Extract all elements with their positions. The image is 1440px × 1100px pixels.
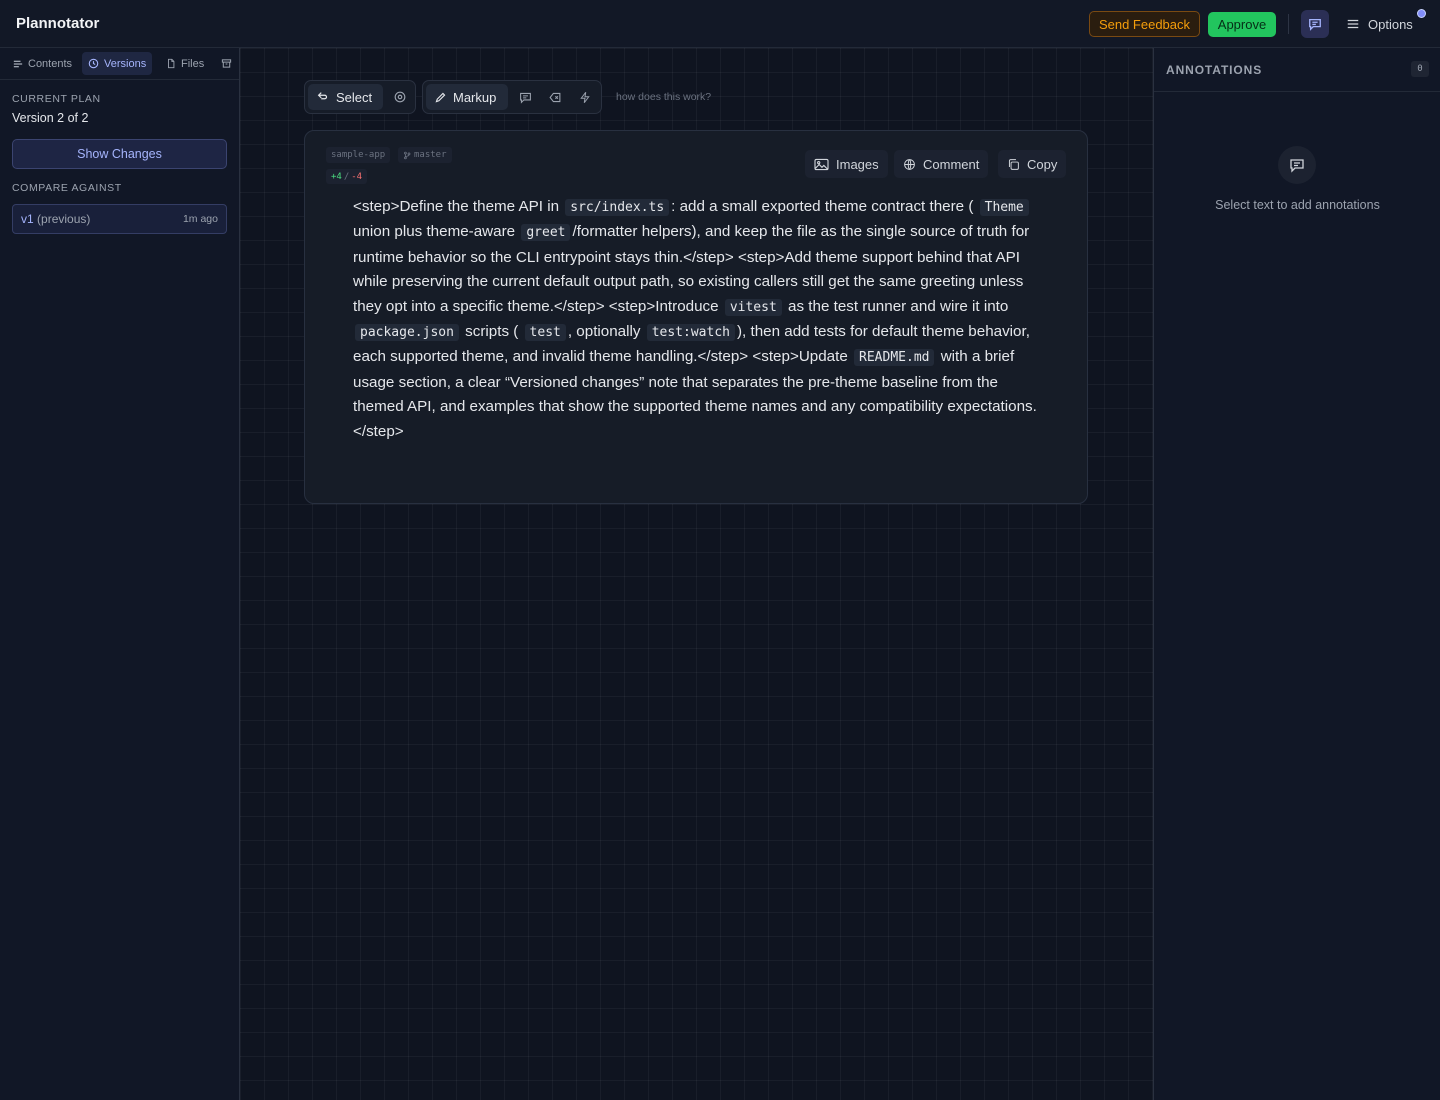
compare-against-label: COMPARE AGAINST: [12, 182, 122, 194]
global-comment-button[interactable]: Comment: [894, 150, 989, 178]
comment-tool-button[interactable]: [512, 84, 538, 110]
version-sub: (previous): [37, 212, 91, 226]
show-changes-button[interactable]: Show Changes: [12, 139, 227, 169]
inline-code: vitest: [724, 298, 782, 316]
empty-state-icon: [1278, 146, 1316, 184]
notification-dot: [1417, 9, 1426, 18]
inline-code: package.json: [355, 324, 459, 342]
branch-badge: master: [398, 147, 452, 163]
markup-label: Markup: [453, 89, 497, 105]
markup-toolbar: Markup: [422, 80, 602, 114]
plan-document-card: sample-app master +4 / -4 Images Comment…: [304, 130, 1088, 504]
comment-icon: [519, 92, 531, 104]
inline-code: README.md: [854, 349, 935, 367]
tab-files[interactable]: Files: [160, 52, 210, 75]
inline-code: test: [524, 324, 566, 342]
tab-label: Files: [181, 57, 205, 70]
images-button[interactable]: Images: [805, 150, 888, 178]
options-button[interactable]: Options: [1346, 12, 1413, 36]
version-text: Version 2 of 2: [12, 111, 89, 125]
git-branch-icon: [404, 151, 411, 159]
pencil-icon: [435, 92, 446, 102]
sidebar-tabs: Contents Versions Files: [0, 48, 239, 80]
selection-toolbar: Select: [304, 80, 416, 114]
app-title: Plannotator: [16, 15, 100, 32]
version-time: 1m ago: [182, 213, 218, 225]
tab-label: Versions: [104, 57, 147, 70]
globe-icon: [904, 158, 915, 170]
top-header: Plannotator Send Feedback Approve Option…: [0, 0, 1440, 48]
pointer-icon: [317, 92, 328, 100]
lightning-icon: [580, 91, 590, 103]
pinpoint-tool-button[interactable]: [387, 84, 413, 110]
options-label: Options: [1368, 16, 1413, 32]
left-sidebar: Contents Versions Files CURRENT PLAN Ver…: [0, 48, 240, 1100]
tab-archive[interactable]: [215, 52, 238, 75]
copy-icon: [1008, 158, 1019, 170]
header-divider: [1288, 14, 1289, 34]
diff-stats: +4 / -4: [326, 169, 368, 184]
message-icon: [1309, 18, 1321, 31]
annotations-header: ANNOTATIONS 0: [1154, 48, 1440, 92]
diff-separator: /: [343, 171, 350, 182]
repo-badge: sample-app: [326, 147, 391, 163]
clock-icon: [88, 58, 99, 69]
version-item-v1[interactable]: v1 (previous) 1m ago: [12, 204, 227, 234]
comment-label: Comment: [923, 156, 980, 172]
tab-label: Contents: [28, 57, 73, 70]
quick-tool-button[interactable]: [572, 84, 598, 110]
tab-versions[interactable]: Versions: [82, 52, 153, 75]
delete-tool-button[interactable]: [542, 84, 568, 110]
select-tool-button[interactable]: Select: [308, 84, 383, 110]
file-icon: [168, 58, 175, 69]
main-canvas: Select Markup how does this work? sample…: [240, 48, 1153, 1100]
deletions-count: -4: [351, 171, 363, 182]
images-label: Images: [836, 156, 879, 172]
inline-code: greet: [521, 224, 571, 242]
text-segment: <step>Define the theme API in: [353, 198, 560, 215]
annotations-toggle-button[interactable]: [1301, 10, 1329, 38]
crosshair-icon: [394, 91, 406, 103]
tab-contents[interactable]: Contents: [7, 52, 78, 75]
inline-code: src/index.ts: [565, 199, 670, 216]
repo-name: sample-app: [331, 150, 386, 160]
markup-tool-button[interactable]: Markup: [426, 84, 508, 110]
additions-count: +4: [331, 171, 342, 182]
archive-icon: [221, 59, 232, 68]
select-label: Select: [336, 89, 373, 105]
empty-state-text: Select text to add annotations: [1215, 198, 1380, 212]
annotations-title: ANNOTATIONS: [1166, 63, 1263, 77]
annotations-panel: ANNOTATIONS 0 Select text to add annotat…: [1153, 48, 1440, 1100]
list-icon: [13, 60, 23, 67]
inline-code: test:watch: [646, 324, 735, 342]
annotations-count: 0: [1411, 61, 1429, 77]
message-icon: [1290, 159, 1304, 173]
text-segment: : add a small exported theme contract th…: [671, 198, 974, 215]
send-feedback-button[interactable]: Send Feedback: [1089, 11, 1200, 37]
inline-code: Theme: [979, 199, 1029, 216]
image-icon: [814, 158, 829, 170]
version-name: v1: [21, 212, 34, 226]
text-segment: , optionally: [567, 323, 641, 341]
eraser-icon: [549, 92, 561, 102]
branch-name: master: [414, 150, 447, 160]
copy-button[interactable]: Copy: [998, 150, 1067, 178]
text-segment: as the test runner and wire it into: [788, 297, 1009, 315]
menu-icon: [1347, 19, 1359, 29]
text-segment: union plus theme-aware: [353, 223, 516, 241]
plan-content[interactable]: <step>Define the theme API in src/index.…: [353, 195, 1043, 444]
text-segment: scripts (: [465, 323, 519, 341]
copy-label: Copy: [1027, 156, 1058, 172]
help-link[interactable]: how does this work?: [616, 91, 711, 103]
approve-button[interactable]: Approve: [1208, 12, 1276, 37]
current-plan-label: CURRENT PLAN: [12, 93, 101, 105]
